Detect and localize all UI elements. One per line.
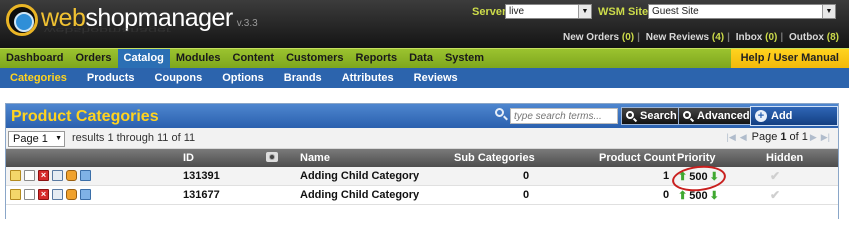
pagination: |◀ ◀ Page 1 of 1 ▶ ▶| — [726, 131, 830, 143]
total-pages: 1 — [801, 131, 808, 143]
row-product-count: 0 — [663, 189, 670, 201]
view-icon[interactable] — [52, 170, 63, 181]
last-page-icon[interactable]: ▶| — [821, 132, 830, 143]
panel-header: Product Categories Search Advanced + Add… — [6, 104, 838, 140]
subnav-coupons[interactable]: Coupons — [145, 68, 213, 88]
row-id: 131391 — [183, 170, 220, 182]
edit-icon[interactable] — [10, 189, 21, 200]
view-icon[interactable] — [52, 189, 63, 200]
database-icon[interactable] — [66, 189, 77, 200]
copy-icon[interactable] — [24, 189, 35, 200]
col-product-count[interactable]: Product Count — [599, 152, 675, 164]
nav-modules[interactable]: Modules — [170, 49, 227, 68]
row-sub-categories: 0 — [523, 170, 530, 182]
advanced-search-button[interactable]: Advanced — [678, 107, 757, 125]
wsm-sites-select[interactable]: Guest Site ▼ — [648, 4, 836, 19]
checkmark-icon[interactable]: ✔ — [770, 169, 780, 183]
search-icon — [683, 111, 691, 119]
chevron-down-icon: ▼ — [822, 5, 835, 18]
top-header: webshopmanager v.3.3 webshopmanager Serv… — [0, 0, 849, 48]
outbox-link[interactable]: Outbox (8) — [789, 32, 839, 43]
page-title: Product Categories — [11, 108, 159, 125]
chevron-down-icon: ▼ — [578, 5, 591, 18]
first-page-icon[interactable]: |◀ — [726, 132, 735, 143]
delete-icon[interactable]: × — [38, 170, 49, 181]
subnav-reviews[interactable]: Reviews — [404, 68, 468, 88]
inbox-link[interactable]: Inbox (0) — [736, 32, 778, 43]
table-row[interactable]: × 131677 Adding Child Category 0 0 ⬆ 500… — [6, 186, 838, 205]
search-icon — [495, 108, 504, 117]
add-category-button[interactable]: + Add Category — [750, 106, 838, 140]
col-id[interactable]: ID — [183, 152, 194, 164]
subnav-products[interactable]: Products — [77, 68, 145, 88]
subnav-categories[interactable]: Categories — [0, 68, 77, 88]
subnav-brands[interactable]: Brands — [274, 68, 332, 88]
nav-customers[interactable]: Customers — [280, 49, 349, 68]
nav-catalog[interactable]: Catalog — [117, 49, 170, 68]
nav-content[interactable]: Content — [227, 49, 281, 68]
next-page-icon[interactable]: ▶ — [810, 132, 817, 143]
arrow-down-icon[interactable]: ⬇ — [710, 189, 719, 202]
logo-globe-icon — [6, 4, 38, 36]
main-nav: Dashboard Orders Catalog Modules Content… — [0, 48, 849, 68]
page-select[interactable]: Page 1 ▼ — [8, 131, 65, 147]
app-version: v.3.3 — [236, 17, 258, 29]
categories-panel: Product Categories Search Advanced + Add… — [5, 103, 839, 219]
server-select[interactable]: live ▼ — [505, 4, 592, 19]
help-manual-link[interactable]: Help / User Manual — [730, 49, 849, 68]
row-actions: × — [10, 170, 94, 181]
nav-orders[interactable]: Orders — [69, 49, 117, 68]
row-sub-categories: 0 — [523, 189, 530, 201]
folder-icon[interactable] — [80, 189, 91, 200]
col-hidden[interactable]: Hidden — [766, 152, 803, 164]
new-orders-link[interactable]: New Orders (0) — [563, 32, 634, 43]
nav-reports[interactable]: Reports — [350, 49, 404, 68]
arrow-up-icon[interactable]: ⬆ — [678, 189, 687, 202]
nav-system[interactable]: System — [439, 49, 490, 68]
checkmark-icon[interactable]: ✔ — [770, 188, 780, 202]
col-name[interactable]: Name — [300, 152, 330, 164]
row-name[interactable]: Adding Child Category — [300, 170, 419, 182]
logo-reflection: webshopmanager — [44, 26, 172, 34]
prev-page-icon[interactable]: ◀ — [740, 132, 747, 143]
pager-row: Page 1 ▼ results 1 through 11 of 11 |◀ ◀… — [6, 128, 838, 149]
current-page: 1 — [780, 131, 787, 143]
nav-data[interactable]: Data — [403, 49, 439, 68]
wsm-sites-label: WSM Sites — [598, 6, 655, 18]
results-summary: results 1 through 11 of 11 — [72, 132, 196, 144]
col-priority[interactable]: Priority — [677, 152, 716, 164]
col-sub-categories[interactable]: Sub Categories — [454, 152, 535, 164]
sub-nav: Categories Products Coupons Options Bran… — [0, 68, 849, 88]
nav-dashboard[interactable]: Dashboard — [0, 49, 69, 68]
delete-icon[interactable]: × — [38, 189, 49, 200]
folder-icon[interactable] — [80, 170, 91, 181]
row-actions: × — [10, 189, 94, 200]
subnav-attributes[interactable]: Attributes — [332, 68, 404, 88]
plus-icon: + — [755, 110, 767, 122]
search-icon — [626, 111, 634, 119]
database-icon[interactable] — [66, 170, 77, 181]
row-product-count: 1 — [663, 170, 670, 182]
search-button[interactable]: Search — [621, 107, 684, 125]
chevron-down-icon: ▼ — [55, 135, 62, 142]
subnav-options[interactable]: Options — [212, 68, 274, 88]
new-reviews-link[interactable]: New Reviews (4) — [646, 32, 724, 43]
search-input[interactable] — [510, 108, 618, 124]
row-id: 131677 — [183, 189, 220, 201]
server-label: Server — [472, 6, 507, 18]
camera-icon — [266, 152, 278, 162]
edit-icon[interactable] — [10, 170, 21, 181]
table-header: ID Name Sub Categories Product Count Pri… — [6, 149, 838, 167]
status-links: New Orders (0) | New Reviews (4) | Inbox (… — [562, 32, 839, 43]
row-name[interactable]: Adding Child Category — [300, 189, 419, 201]
copy-icon[interactable] — [24, 170, 35, 181]
